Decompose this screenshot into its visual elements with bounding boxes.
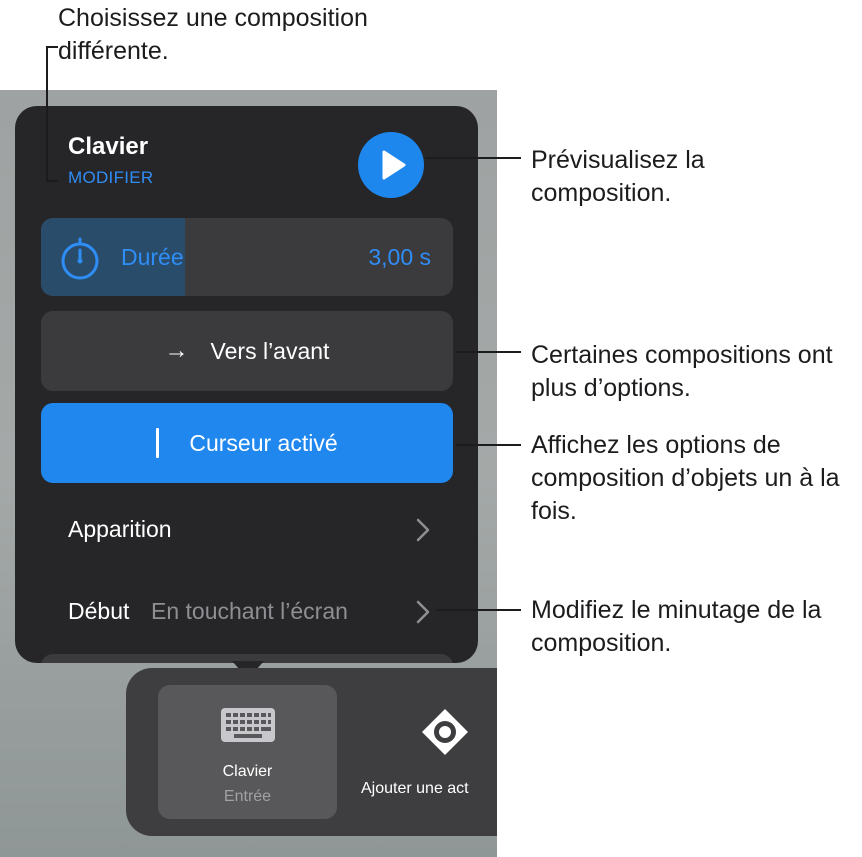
callout-preview: Prévisualisez la composition. (531, 146, 705, 207)
leader-line-top-vertical (46, 46, 48, 182)
duration-label: Durée (121, 244, 184, 270)
callout-object-options: Affichez les options de composition d’ob… (531, 431, 840, 525)
play-icon (382, 150, 406, 180)
cursor-label: Curseur activé (189, 429, 338, 456)
leader-line-preview (425, 157, 521, 159)
add-action-diamond-icon (422, 709, 468, 755)
leader-line-top-foot (46, 180, 58, 182)
debut-label: Début (68, 598, 130, 624)
chevron-right-icon (416, 600, 430, 624)
chevron-right-icon (416, 518, 430, 542)
callout-timing: Modifiez le minutage de la composition. (531, 596, 822, 657)
debut-row[interactable]: Début En touchant l’écran (41, 582, 453, 642)
leader-line-options (456, 351, 521, 353)
build-toolbar: Clavier Entrée Ajouter une act (126, 668, 497, 836)
apparition-label: Apparition (68, 516, 172, 542)
build-title: Clavier (68, 133, 149, 160)
preview-play-button[interactable] (358, 132, 424, 198)
build-popover: Clavier MODIFIER Durée 3,00 s → Vers l’a… (15, 106, 478, 663)
toolbar-item-keyboard[interactable]: Clavier Entrée (158, 685, 337, 819)
arrow-right-icon: → (164, 337, 189, 364)
toolbar-item-keyboard-label: Clavier (222, 763, 273, 780)
keyboard-icon (221, 708, 275, 742)
leader-line-top-cap (46, 46, 58, 48)
duration-value: 3,00 s (368, 244, 431, 270)
debut-value: En touchant l’écran (151, 598, 348, 624)
apparition-row[interactable]: Apparition (41, 500, 453, 560)
toolbar-item-add-action-label: Ajouter une act (361, 780, 469, 797)
cursor-button[interactable]: Curseur activé (41, 403, 453, 483)
duration-slider[interactable]: Durée 3,00 s (41, 218, 453, 296)
toolbar-item-add-action[interactable]: Ajouter une act (356, 685, 516, 819)
toolbar-item-keyboard-sub: Entrée (223, 788, 272, 805)
direction-button[interactable]: → Vers l’avant (41, 311, 453, 391)
modify-link[interactable]: MODIFIER (68, 168, 154, 188)
leader-line-objects (456, 444, 521, 446)
callout-choose-build: Choisissez une composition différente. (58, 4, 368, 65)
stopwatch-icon (61, 237, 99, 280)
direction-label: Vers l’avant (210, 337, 330, 364)
callout-more-options: Certaines compositions ont plus d’option… (531, 341, 833, 402)
text-cursor-icon (156, 428, 160, 458)
leader-line-timing (436, 609, 521, 611)
